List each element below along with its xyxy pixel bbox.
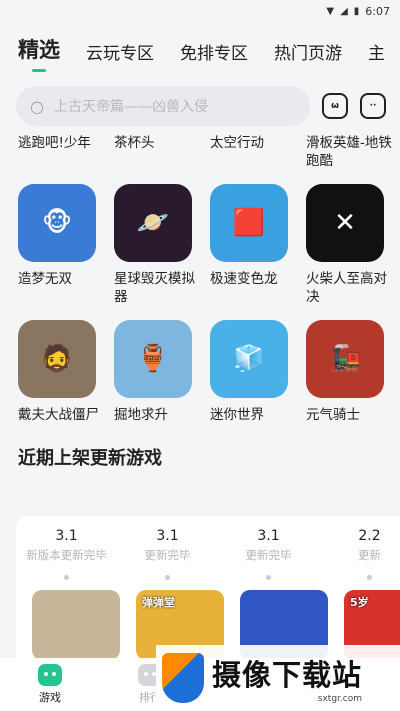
game-thumbnail[interactable]: ✕ bbox=[306, 184, 384, 262]
game-thumbnail[interactable]: 🟥 bbox=[210, 184, 288, 262]
game-cover[interactable] bbox=[32, 590, 120, 660]
game-thumbnail[interactable]: 🏺 bbox=[114, 320, 192, 398]
game-thumbnail[interactable]: 🚂 bbox=[306, 320, 384, 398]
version-label: 3.1 bbox=[55, 528, 78, 544]
timeline-dot bbox=[367, 575, 372, 580]
game-name: 迷你世界 bbox=[210, 407, 264, 423]
game-thumbnail[interactable]: 🪐 bbox=[114, 184, 192, 262]
game-name[interactable]: 逃跑吧!少年 bbox=[18, 134, 114, 170]
game-item[interactable]: 🟥 极速变色龙 bbox=[210, 184, 306, 306]
game-name: 火柴人至高对决 bbox=[306, 271, 387, 305]
timeline-entry: 3.1 新版本更新完毕 bbox=[16, 516, 117, 580]
tab-web-games[interactable]: 热门页游 bbox=[274, 39, 342, 72]
game-name: 元气骑士 bbox=[306, 407, 360, 423]
version-label: 3.1 bbox=[156, 528, 179, 544]
timeline-entry: 3.1 更新完毕 bbox=[218, 516, 319, 580]
nav-label: 游戏 bbox=[39, 691, 61, 704]
update-timeline: 3.1 新版本更新完毕 3.1 更新完毕 3.1 更新完毕 2.2 更新 bbox=[16, 516, 400, 580]
battery-icon: ▮ bbox=[353, 5, 360, 17]
search-input[interactable]: ○ 上古天帝篇——凶兽入侵 bbox=[16, 86, 310, 126]
cover-badge: 弹弹堂 bbox=[142, 596, 175, 609]
watermark: 摄像下载站 sxtgr.com bbox=[156, 645, 400, 711]
gamepad-icon bbox=[38, 664, 62, 686]
timeline-entry: 2.2 更新 bbox=[319, 516, 400, 580]
watermark-logo-icon bbox=[162, 653, 204, 703]
update-desc: 新版本更新完毕 bbox=[26, 548, 107, 562]
game-item[interactable]: 🧔 戴夫大战僵尸 bbox=[18, 320, 114, 424]
game-thumbnail[interactable]: 🧊 bbox=[210, 320, 288, 398]
update-desc: 更新 bbox=[358, 548, 381, 562]
game-grid: 🐵 造梦无双 🪐 星球毁灭模拟器 🟥 极速变色龙 ✕ 火柴人至高对决 🧔 戴夫大战僵尸 🏺… bbox=[0, 170, 400, 424]
tab-cloud-play[interactable]: 云玩专区 bbox=[86, 39, 154, 72]
tab-more[interactable]: 主 bbox=[368, 39, 385, 72]
timeline-dot bbox=[64, 575, 69, 580]
timeline-entry: 3.1 更新完毕 bbox=[117, 516, 218, 580]
game-name[interactable]: 茶杯头 bbox=[114, 134, 210, 170]
timeline-dot bbox=[165, 575, 170, 580]
game-thumbnail[interactable]: 🧔 bbox=[18, 320, 96, 398]
wifi-icon: ▼ bbox=[326, 5, 335, 17]
search-icon: ○ bbox=[30, 96, 44, 116]
game-name: 戴夫大战僵尸 bbox=[18, 407, 99, 423]
version-label: 2.2 bbox=[358, 528, 381, 544]
category-tabs: 精选 云玩专区 免排专区 热门页游 主 bbox=[0, 22, 400, 72]
gift-icon[interactable]: ω bbox=[322, 93, 348, 119]
game-item[interactable]: 🐵 造梦无双 bbox=[18, 184, 114, 306]
update-desc: 更新完毕 bbox=[144, 548, 191, 562]
signal-icon: ◢ bbox=[340, 5, 348, 17]
search-row: ○ 上古天帝篇——凶兽入侵 ω ·· bbox=[0, 72, 400, 126]
search-placeholder: 上古天帝篇——凶兽入侵 bbox=[53, 99, 208, 115]
partial-game-row: 逃跑吧!少年 茶杯头 太空行动 滑板英雄-地铁跑酷 bbox=[0, 126, 400, 170]
game-thumbnail[interactable]: 🐵 bbox=[18, 184, 96, 262]
game-name: 星球毁灭模拟器 bbox=[114, 271, 195, 305]
game-name[interactable]: 太空行动 bbox=[210, 134, 306, 170]
game-item[interactable]: 🪐 星球毁灭模拟器 bbox=[114, 184, 210, 306]
game-item[interactable]: ✕ 火柴人至高对决 bbox=[306, 184, 400, 306]
status-time: 6:07 bbox=[365, 4, 390, 18]
update-desc: 更新完毕 bbox=[245, 548, 292, 562]
game-item[interactable]: 🚂 元气骑士 bbox=[306, 320, 400, 424]
section-title: 近期上架更新游戏 bbox=[18, 448, 162, 469]
timeline-dot bbox=[266, 575, 271, 580]
recent-updates-panel: 3.1 新版本更新完毕 3.1 更新完毕 3.1 更新完毕 2.2 更新 弹弹堂 5岁 bbox=[16, 516, 400, 666]
nav-games[interactable]: 游戏 bbox=[0, 664, 100, 705]
tab-featured[interactable]: 精选 bbox=[18, 34, 60, 72]
game-name: 极速变色龙 bbox=[210, 271, 278, 287]
message-icon[interactable]: ·· bbox=[360, 93, 386, 119]
game-name: 掘地求升 bbox=[114, 407, 168, 423]
version-label: 3.1 bbox=[257, 528, 280, 544]
game-item[interactable]: 🧊 迷你世界 bbox=[210, 320, 306, 424]
watermark-text: 摄像下载站 bbox=[212, 658, 363, 692]
status-bar: ▼ ◢ ▮ 6:07 bbox=[0, 0, 400, 22]
tab-no-queue[interactable]: 免排专区 bbox=[180, 39, 248, 72]
game-name: 造梦无双 bbox=[18, 271, 72, 287]
game-name[interactable]: 滑板英雄-地铁跑酷 bbox=[306, 134, 400, 170]
watermark-url: sxtgr.com bbox=[317, 694, 363, 704]
game-item[interactable]: 🏺 掘地求升 bbox=[114, 320, 210, 424]
cover-badge: 5岁 bbox=[350, 596, 369, 609]
